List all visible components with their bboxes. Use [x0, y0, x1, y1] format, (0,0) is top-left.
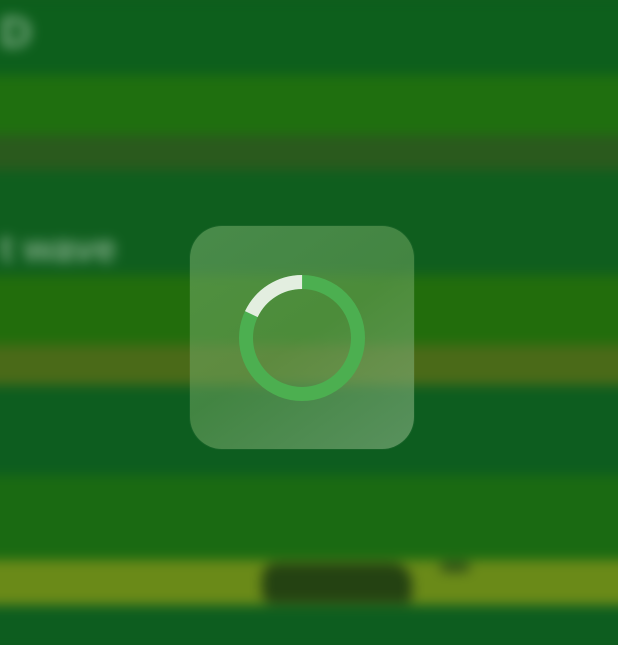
- footer-band: [0, 605, 618, 645]
- blurred-header-text: D: [0, 8, 32, 57]
- spinner-arc: [239, 275, 365, 401]
- list-row-band: [0, 475, 618, 560]
- header-band: [0, 0, 618, 75]
- blurred-image-shape: [440, 562, 470, 572]
- app-screen: D t wave: [0, 0, 618, 645]
- list-row-band: [0, 170, 618, 220]
- divider-band: [0, 135, 618, 170]
- list-row-band: [0, 75, 618, 135]
- blurred-image-shape: [262, 563, 412, 603]
- loading-spinner-icon: [239, 275, 365, 401]
- loading-hud: [190, 226, 414, 449]
- blurred-row-text: t wave: [0, 228, 117, 270]
